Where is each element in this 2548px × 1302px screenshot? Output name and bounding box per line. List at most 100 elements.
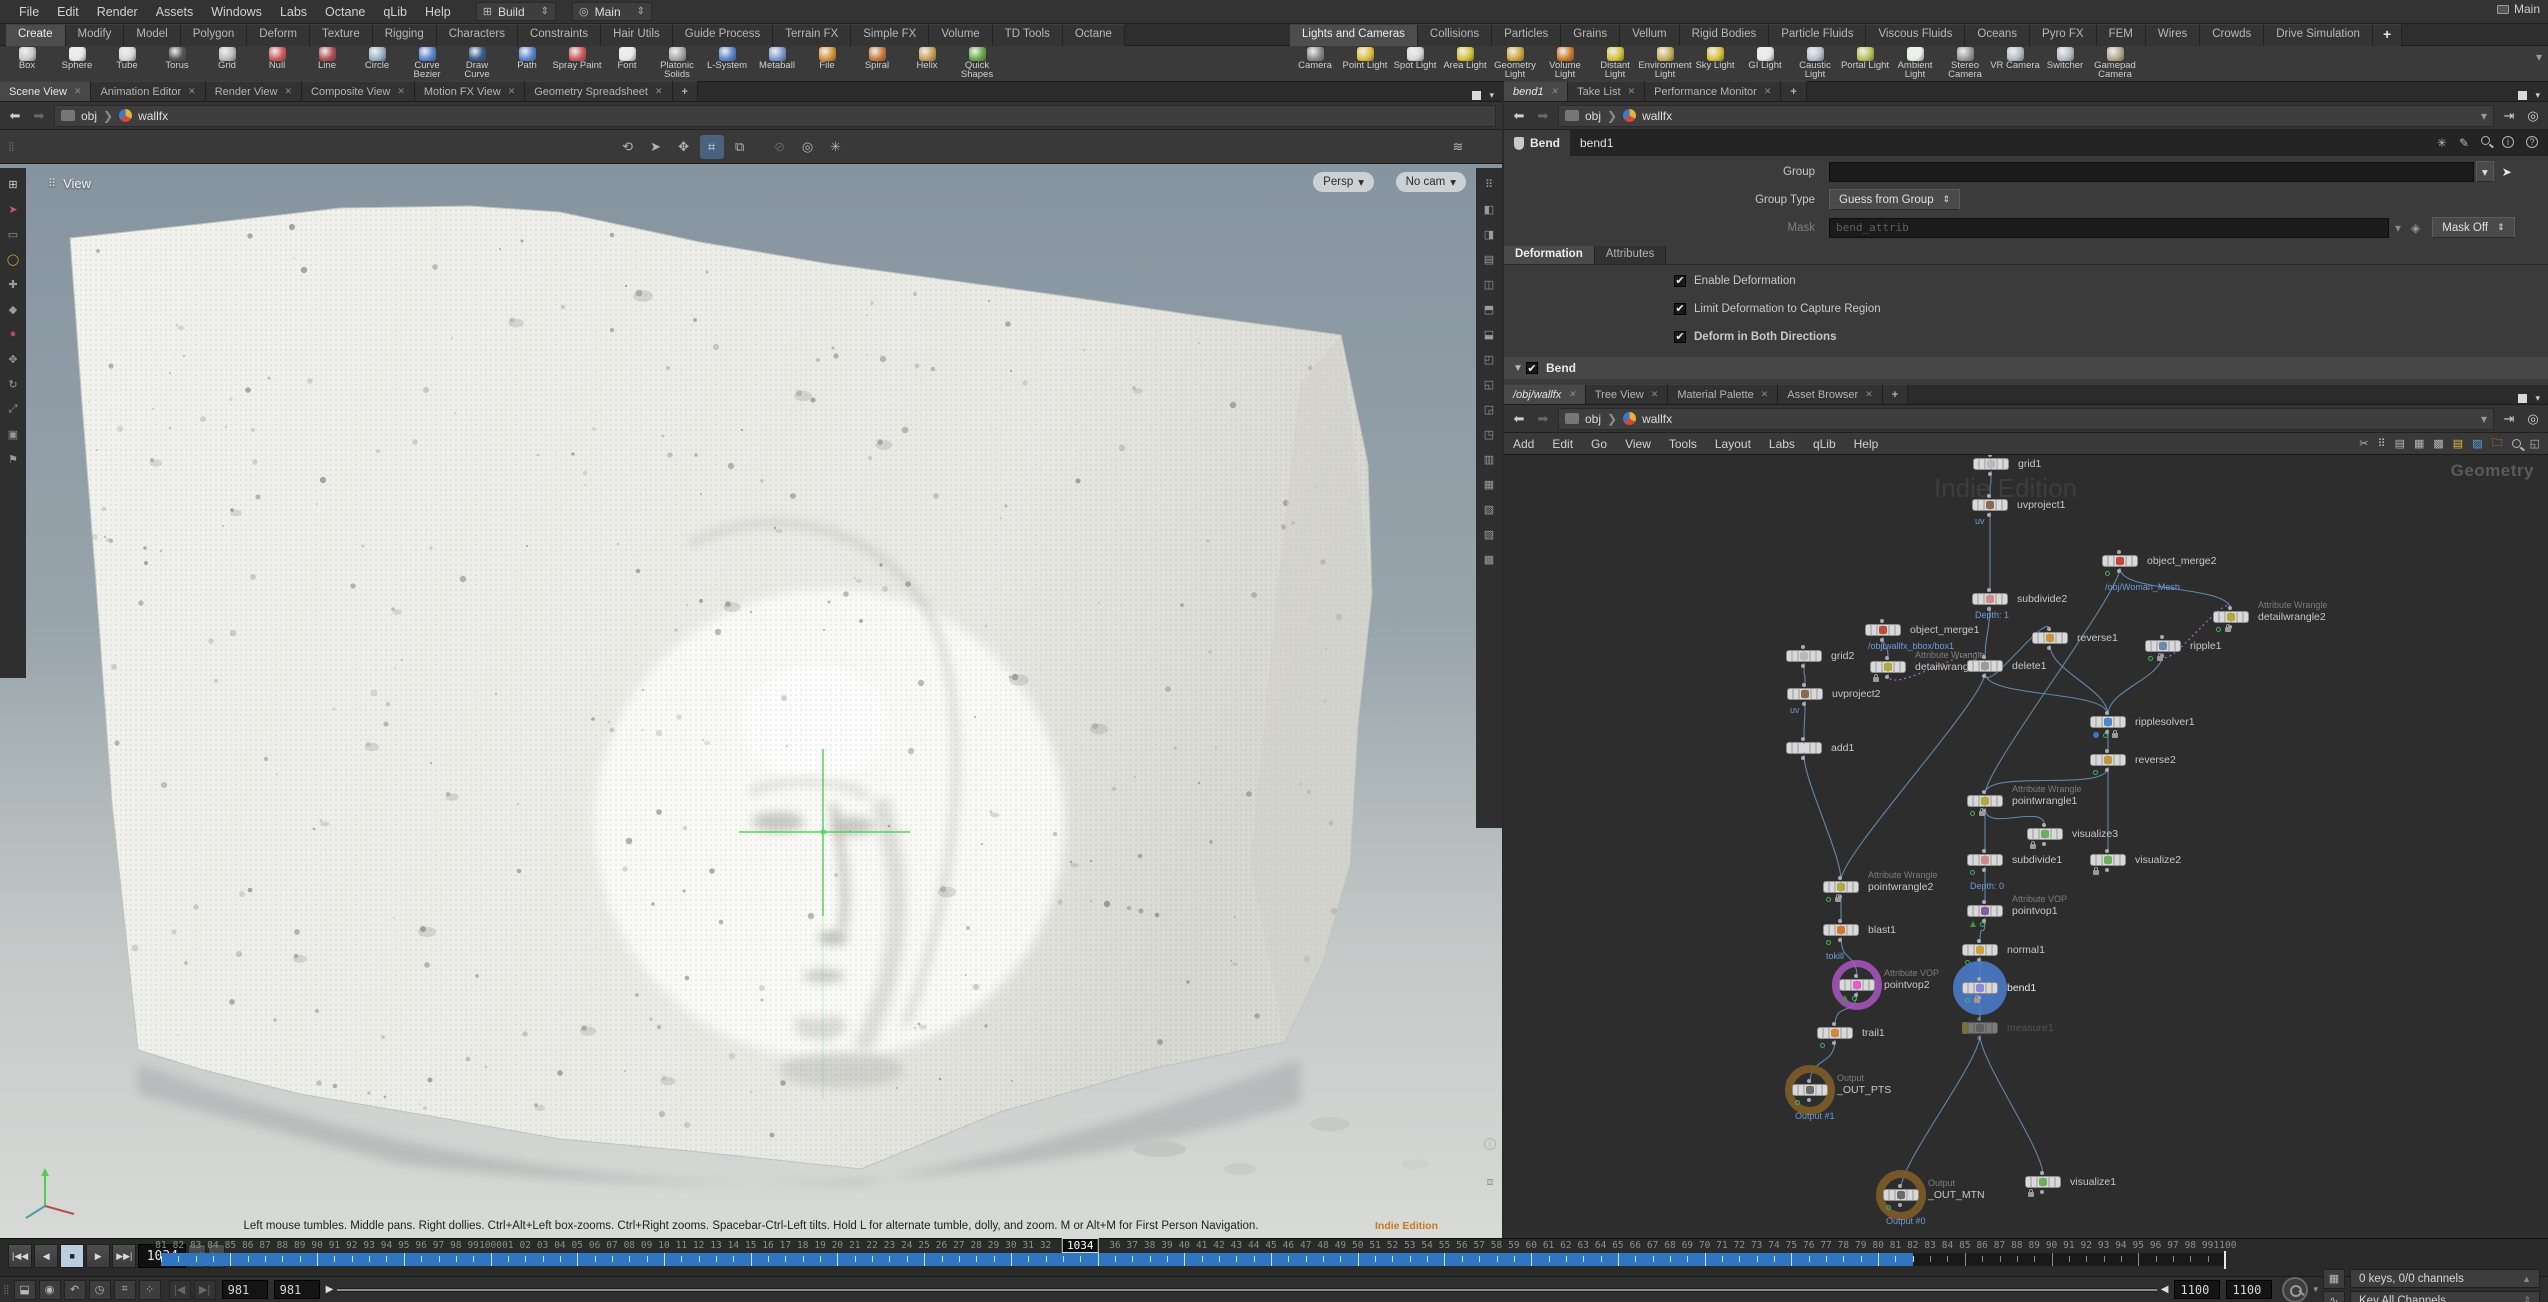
- input-connector[interactable]: [2105, 711, 2109, 715]
- corner-b-icon[interactable]: ◱: [1481, 376, 1497, 392]
- node-visualize3[interactable]: visualize3: [2027, 828, 2063, 840]
- close-icon[interactable]: ✕: [508, 86, 516, 97]
- limit-deformation-to-capture-region-checkbox[interactable]: ✔: [1674, 303, 1686, 315]
- snap-mode-icon[interactable]: ◆: [5, 301, 21, 317]
- menu-labs[interactable]: Labs: [271, 3, 316, 21]
- input-connector[interactable]: [1898, 1184, 1902, 1188]
- shelf-overflow-icon[interactable]: ▾: [2536, 50, 2542, 64]
- build-desktop-selector[interactable]: ⊞ Build ⇕: [476, 2, 556, 21]
- search-icon[interactable]: [2481, 136, 2490, 145]
- network-menu-layout[interactable]: Layout: [1706, 435, 1760, 453]
- grid-e-icon[interactable]: ▩: [1481, 551, 1497, 567]
- revert-icon[interactable]: ↻: [5, 376, 21, 392]
- select-tool-icon[interactable]: ➤: [644, 135, 668, 159]
- input-connector[interactable]: [1982, 849, 1986, 853]
- follow-icon[interactable]: ◎: [2524, 411, 2542, 427]
- box-zoom-icon[interactable]: ⧉: [728, 135, 752, 159]
- output-connector[interactable]: [1801, 756, 1805, 760]
- pane-maximize-icon[interactable]: [1472, 91, 1481, 100]
- select-arrow-icon[interactable]: ➤: [5, 201, 21, 217]
- output-connector[interactable]: [1802, 702, 1806, 706]
- network-menu-qlib[interactable]: qLib: [1804, 435, 1845, 453]
- shelf-tool-distant-light[interactable]: Distant Light: [1590, 46, 1640, 79]
- key-all-dropdown[interactable]: Key All Channels⇕: [2350, 1291, 2540, 1302]
- edit-icon[interactable]: ✎: [2459, 136, 2469, 150]
- input-connector[interactable]: [2105, 749, 2109, 753]
- close-icon[interactable]: ✕: [1628, 86, 1636, 97]
- collapse-icon[interactable]: ▲: [2522, 1274, 2531, 1284]
- shelf-tool-grid[interactable]: Grid: [202, 46, 252, 70]
- two-pane-icon[interactable]: ◫: [1481, 276, 1497, 292]
- shelf-tab-oceans[interactable]: Oceans: [1965, 24, 2030, 46]
- realtime-toggle-icon[interactable]: ◷: [89, 1280, 111, 1300]
- network-menu-edit[interactable]: Edit: [1543, 435, 1582, 453]
- shelf-tab-octane[interactable]: Octane: [1063, 24, 1125, 46]
- drag-handle-icon[interactable]: ⠿: [1481, 176, 1497, 192]
- group-input[interactable]: [1829, 162, 2474, 182]
- pin-icon[interactable]: ⇥: [2500, 108, 2518, 124]
- shelf-tool-quick-shapes[interactable]: Quick Shapes: [952, 46, 1002, 79]
- node-detailwrangle1[interactable]: detailwrangle1Attribute Wrangle: [1870, 661, 1906, 673]
- shelf-tool-volume-light[interactable]: Volume Light: [1540, 46, 1590, 79]
- output-connector[interactable]: [2117, 569, 2121, 573]
- view-grip-icon[interactable]: ⠿: [48, 177, 56, 190]
- node-pointwrangle2[interactable]: pointwrangle2Attribute Wrangle: [1823, 881, 1859, 893]
- pane-tab-tree-view[interactable]: Tree View✕: [1586, 384, 1668, 404]
- shelf-tab-create[interactable]: Create: [6, 24, 66, 46]
- input-connector[interactable]: [2117, 550, 2121, 554]
- shelf-tool-gi-light[interactable]: GI Light: [1740, 46, 1790, 70]
- group-pick-arrow-icon[interactable]: ➤: [2502, 165, 2512, 179]
- handles-icon[interactable]: ✥: [5, 351, 21, 367]
- input-connector[interactable]: [1801, 645, 1805, 649]
- tick-display-icon[interactable]: ⌗: [114, 1280, 136, 1300]
- range-slider-right-handle[interactable]: ◀: [2161, 1284, 2169, 1295]
- node-pointwrangle1[interactable]: pointwrangle1Attribute Wrangle: [1967, 795, 2003, 807]
- node-pointvop2[interactable]: pointvop2Attribute VOP: [1839, 979, 1875, 991]
- grid-d-icon[interactable]: ▨: [1481, 526, 1497, 542]
- undo-loop-icon[interactable]: ↶: [64, 1280, 86, 1300]
- main-stepper-icon[interactable]: ⇕: [637, 6, 645, 17]
- shelf-tab-vellum[interactable]: Vellum: [1620, 24, 1680, 46]
- pane-tab-material-palette[interactable]: Material Palette✕: [1668, 384, 1778, 404]
- jump-end-button[interactable]: ▶▶|: [112, 1244, 136, 1268]
- menu-windows[interactable]: Windows: [202, 3, 271, 21]
- input-connector[interactable]: [1838, 919, 1842, 923]
- pane-tab-motion-fx-view[interactable]: Motion FX View✕: [415, 81, 525, 101]
- disabled-mode-icon[interactable]: ⊘: [768, 135, 792, 159]
- wire-delete1-to-ripplesolver1[interactable]: [1985, 673, 2108, 715]
- pin-icon[interactable]: ⇥: [2500, 411, 2518, 427]
- breadcrumb-root[interactable]: obj: [1585, 109, 1601, 123]
- next-key-button[interactable]: ▶|: [194, 1280, 216, 1300]
- shelf-tab-characters[interactable]: Characters: [437, 24, 518, 46]
- range-end-field[interactable]: 1100: [2174, 1280, 2220, 1299]
- node-uvproject2[interactable]: uvproject2uv: [1787, 688, 1823, 700]
- shelf-tool-tube[interactable]: Tube: [102, 46, 152, 70]
- shelf-tool-spray-paint[interactable]: Spray Paint: [552, 46, 602, 70]
- range-end-marker[interactable]: [2224, 1251, 2226, 1269]
- shelf-tool-font[interactable]: Font: [602, 46, 652, 70]
- output-connector[interactable]: [1898, 1203, 1902, 1207]
- shelf-tab-deform[interactable]: Deform: [247, 24, 310, 46]
- input-connector[interactable]: [1838, 876, 1842, 880]
- shelf-tool-l-system[interactable]: L-System: [702, 46, 752, 70]
- path-dropdown-icon[interactable]: ▾: [2481, 109, 2487, 123]
- deform-in-both-directions-checkbox[interactable]: ✔: [1674, 331, 1686, 343]
- mask-dropdown-icon[interactable]: ▾: [2395, 221, 2401, 235]
- shelf-tool-stereo-camera[interactable]: Stereo Camera: [1940, 46, 1990, 79]
- pane-tab-animation-editor[interactable]: Animation Editor✕: [91, 81, 205, 101]
- timeline[interactable]: 8182838485868788899091929394959697989910…: [161, 1239, 2225, 1277]
- output-connector[interactable]: [2047, 646, 2051, 650]
- pane-tab-take-list[interactable]: Take List✕: [1568, 81, 1645, 101]
- viewport-options-icon[interactable]: ✳: [824, 135, 848, 159]
- output-connector[interactable]: [1982, 868, 1986, 872]
- node-pointvop1[interactable]: pointvop1Attribute VOP: [1967, 905, 2003, 917]
- shelf-tool-spiral[interactable]: Spiral: [852, 46, 902, 70]
- channel-wave-icon[interactable]: ∿: [2323, 1291, 2345, 1302]
- follow-playbar-icon[interactable]: ⬓: [14, 1280, 36, 1300]
- stop-button[interactable]: ■: [60, 1244, 84, 1268]
- pane-tab-geometry-spreadsheet[interactable]: Geometry Spreadsheet✕: [525, 81, 672, 101]
- input-connector[interactable]: [1885, 656, 1889, 660]
- breadcrumb-node[interactable]: wallfx: [1642, 109, 1672, 123]
- shelf-tool-helix[interactable]: Helix: [902, 46, 952, 70]
- bottom-view-icon[interactable]: ⬓: [1481, 326, 1497, 342]
